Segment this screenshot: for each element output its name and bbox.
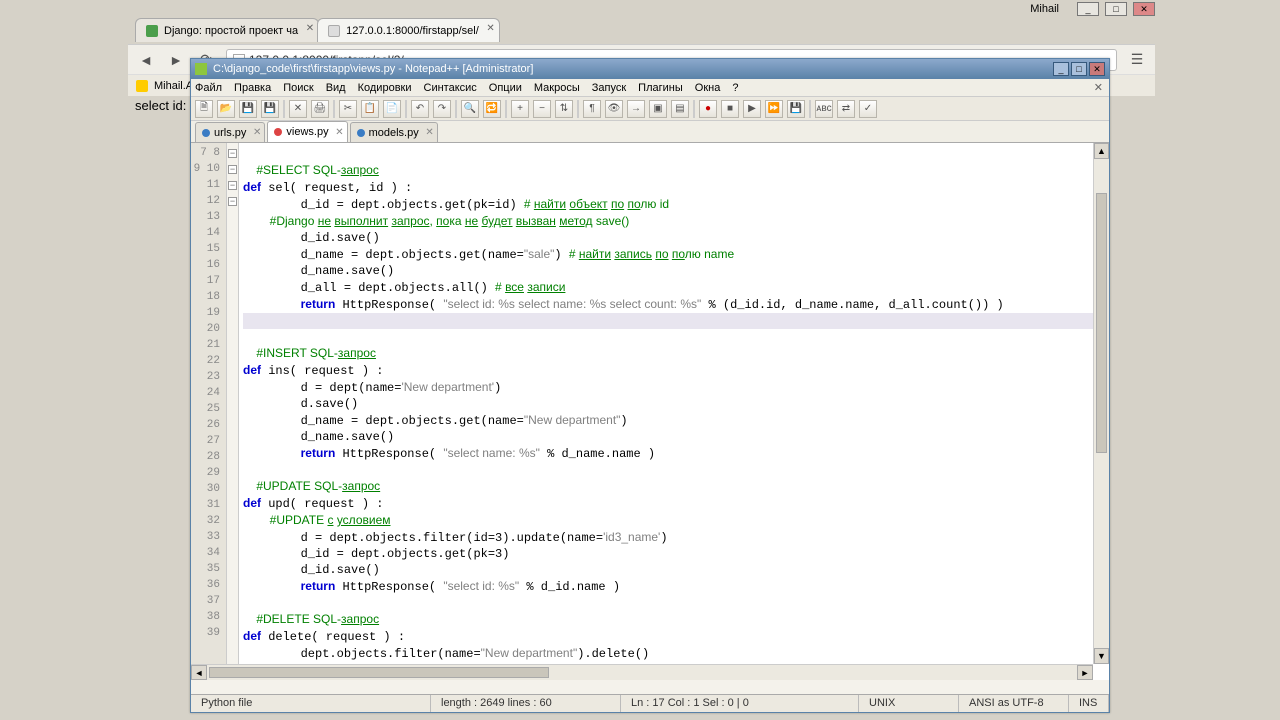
save-icon[interactable]: 💾	[239, 100, 257, 118]
close-tab-icon[interactable]: ✕	[425, 127, 433, 138]
page-body-text: select id:	[135, 98, 186, 113]
status-eol: UNIX	[859, 695, 959, 712]
vertical-scrollbar[interactable]: ▲ ▼	[1093, 143, 1109, 664]
menu-item[interactable]: Вид	[326, 82, 346, 94]
scroll-down-icon[interactable]: ▼	[1094, 648, 1109, 664]
desktop-username: Mihail	[1030, 3, 1059, 15]
print-icon[interactable]: 🖨	[311, 100, 329, 118]
window-titlebar[interactable]: C:\django_code\first\firstapp\views.py -…	[191, 59, 1109, 79]
scroll-thumb[interactable]	[1096, 193, 1107, 453]
scroll-right-icon[interactable]: ►	[1077, 665, 1093, 680]
browser-tab[interactable]: Django: простой проект ча ✕	[135, 18, 319, 42]
record-macro-icon[interactable]: ●	[699, 100, 717, 118]
menu-item[interactable]: Макросы	[534, 82, 580, 94]
tab-close-icon[interactable]: ✕	[306, 23, 314, 34]
new-file-icon[interactable]: 🗎	[195, 100, 213, 118]
file-tab[interactable]: models.py✕	[350, 122, 438, 142]
menu-item[interactable]: Опции	[489, 82, 522, 94]
undo-icon[interactable]: ↶	[411, 100, 429, 118]
paste-icon[interactable]: 📄	[383, 100, 401, 118]
menu-item[interactable]: Правка	[234, 82, 271, 94]
close-button[interactable]: ✕	[1089, 62, 1105, 76]
menu-item[interactable]: Плагины	[638, 82, 683, 94]
menu-item[interactable]: Запуск	[592, 82, 626, 94]
window-title: C:\django_code\first\firstapp\views.py -…	[213, 63, 533, 75]
close-tab-icon[interactable]: ✕	[335, 127, 343, 138]
horizontal-scrollbar[interactable]: ◄ ►	[191, 664, 1093, 680]
tab-label: Django: простой проект ча	[164, 25, 298, 37]
favicon-icon	[146, 25, 158, 37]
save-macro-icon[interactable]: 💾	[787, 100, 805, 118]
file-tab[interactable]: views.py✕	[267, 121, 347, 142]
status-length: length : 2649 lines : 60	[431, 695, 621, 712]
scroll-up-icon[interactable]: ▲	[1094, 143, 1109, 159]
search-icon[interactable]: 🔍	[461, 100, 479, 118]
menu-item[interactable]: ?	[732, 82, 738, 94]
zoom-in-icon[interactable]: +	[511, 100, 529, 118]
notepadpp-window: C:\django_code\first\firstapp\views.py -…	[190, 58, 1110, 713]
scroll-thumb[interactable]	[209, 667, 549, 678]
bookmark-icon[interactable]: ☰	[1127, 50, 1147, 70]
tab-close-icon[interactable]: ✕	[486, 23, 494, 34]
app-icon	[195, 63, 207, 75]
zoom-out-icon[interactable]: −	[533, 100, 551, 118]
plugin-icon[interactable]: ✓	[859, 100, 877, 118]
line-gutter: 7 8 9 10 11 12 13 14 15 16 17 18 19 20 2…	[191, 143, 227, 680]
cut-icon[interactable]: ✂	[339, 100, 357, 118]
show-all-icon[interactable]: 👁	[605, 100, 623, 118]
sync-icon[interactable]: ⇅	[555, 100, 573, 118]
file-tab[interactable]: urls.py✕	[195, 122, 265, 142]
menu-item[interactable]: Окна	[695, 82, 721, 94]
stop-macro-icon[interactable]: ■	[721, 100, 739, 118]
file-tabs: urls.py✕ views.py✕ models.py✕	[191, 121, 1109, 143]
bookmark-icon	[136, 80, 148, 92]
forward-button[interactable]: ►	[166, 50, 186, 70]
menu-item[interactable]: Кодировки	[358, 82, 412, 94]
bookmark-label[interactable]: Mihail.A	[154, 80, 193, 92]
minimize-button[interactable]: _	[1077, 2, 1099, 16]
doc-close-icon[interactable]: ✕	[1094, 81, 1103, 94]
menu-bar: Файл Правка Поиск Вид Кодировки Синтакси…	[191, 79, 1109, 97]
doc-map-icon[interactable]: ▤	[671, 100, 689, 118]
browser-tab[interactable]: 127.0.0.1:8000/firstapp/sel/ ✕	[317, 18, 500, 42]
maximize-button[interactable]: □	[1105, 2, 1127, 16]
maximize-button[interactable]: □	[1071, 62, 1087, 76]
open-file-icon[interactable]: 📂	[217, 100, 235, 118]
scroll-left-icon[interactable]: ◄	[191, 665, 207, 680]
compare-icon[interactable]: ⇄	[837, 100, 855, 118]
modified-icon	[202, 129, 210, 137]
fold-icon[interactable]: ▣	[649, 100, 667, 118]
back-button[interactable]: ◄	[136, 50, 156, 70]
modified-icon	[274, 128, 282, 136]
minimize-button[interactable]: _	[1053, 62, 1069, 76]
spellcheck-icon[interactable]: ᴀʙᴄ	[815, 100, 833, 118]
fold-column[interactable]: − − − −	[227, 143, 239, 680]
code-content[interactable]: #SELECT SQL-запрос def sel( request, id …	[239, 143, 1109, 680]
status-position: Ln : 17 Col : 1 Sel : 0 | 0	[621, 695, 859, 712]
copy-icon[interactable]: 📋	[361, 100, 379, 118]
play-macro-icon[interactable]: ▶	[743, 100, 761, 118]
status-mode: INS	[1069, 695, 1109, 712]
status-language: Python file	[191, 695, 431, 712]
status-encoding: ANSI as UTF-8	[959, 695, 1069, 712]
tab-label: 127.0.0.1:8000/firstapp/sel/	[346, 25, 479, 37]
toolbar: 🗎 📂 💾 💾 ✕ 🖨 ✂ 📋 📄 ↶ ↷ 🔍 🔁 + − ⇅ ¶ 👁 → ▣ …	[191, 97, 1109, 121]
favicon-icon	[328, 25, 340, 37]
indent-icon[interactable]: →	[627, 100, 645, 118]
menu-item[interactable]: Синтаксис	[424, 82, 477, 94]
editor-area[interactable]: 7 8 9 10 11 12 13 14 15 16 17 18 19 20 2…	[191, 143, 1109, 680]
replace-icon[interactable]: 🔁	[483, 100, 501, 118]
menu-item[interactable]: Файл	[195, 82, 222, 94]
replay-macro-icon[interactable]: ⏩	[765, 100, 783, 118]
modified-icon	[357, 129, 365, 137]
save-all-icon[interactable]: 💾	[261, 100, 279, 118]
menu-item[interactable]: Поиск	[283, 82, 313, 94]
close-tab-icon[interactable]: ✕	[253, 127, 261, 138]
wrap-icon[interactable]: ¶	[583, 100, 601, 118]
close-doc-icon[interactable]: ✕	[289, 100, 307, 118]
status-bar: Python file length : 2649 lines : 60 Ln …	[191, 694, 1109, 712]
redo-icon[interactable]: ↷	[433, 100, 451, 118]
close-button[interactable]: ✕	[1133, 2, 1155, 16]
